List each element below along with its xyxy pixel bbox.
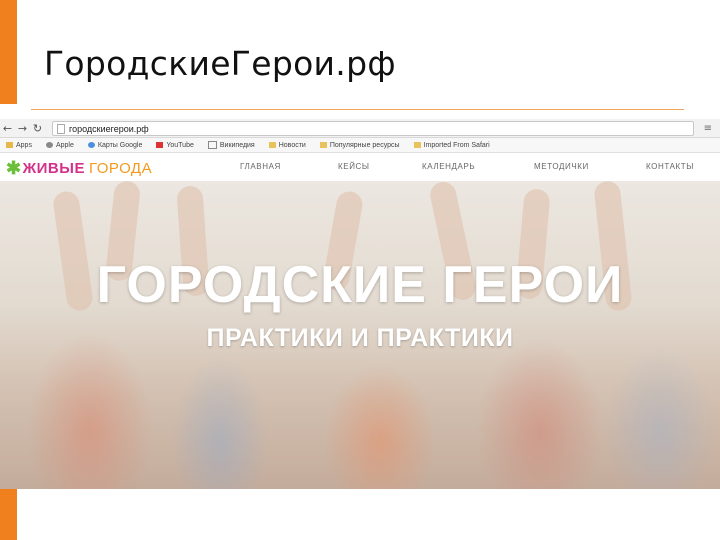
browser-screenshot: ← → ↻ городскиегерои.рф ≡ Apps Apple Кар… <box>0 119 720 489</box>
folder-icon <box>268 142 276 148</box>
site-header: ✱ ЖИВЫЕ ГОРОДА ГЛАВНАЯ КЕЙСЫ КАЛЕНДАРЬ М… <box>0 153 720 181</box>
url-text: городскиегерои.рф <box>69 123 149 134</box>
accent-bar-bottom <box>0 488 17 540</box>
url-field[interactable]: городскиегерои.рф <box>52 121 694 136</box>
accent-bar-top <box>0 0 17 104</box>
site-nav-menu: ГЛАВНАЯ КЕЙСЫ КАЛЕНДАРЬ МЕТОДИЧКИ КОНТАК… <box>0 153 720 181</box>
bookmark-label: Apps <box>16 141 32 149</box>
nav-item-cases[interactable]: КЕЙСЫ <box>338 162 370 171</box>
bookmark-label: Новости <box>278 141 306 149</box>
maps-icon <box>87 142 95 148</box>
bookmark-label: Карты Google <box>97 141 143 149</box>
bookmark-wikipedia[interactable]: Википедия <box>207 141 255 149</box>
bookmark-apps[interactable]: Apps <box>6 142 32 149</box>
apps-icon <box>6 142 13 148</box>
bookmark-maps[interactable]: Карты Google <box>87 141 143 149</box>
bookmark-popular[interactable]: Популярные ресурсы <box>319 141 400 149</box>
nav-item-main[interactable]: ГЛАВНАЯ <box>240 162 281 171</box>
hero-subtitle: ПРАКТИКИ И ПРАКТИКИ <box>206 324 514 352</box>
bookmark-label: Apple <box>55 141 74 149</box>
folder-icon <box>319 142 327 148</box>
bookmark-label: YouTube <box>166 141 194 149</box>
nav-item-guides[interactable]: МЕТОДИЧКИ <box>534 162 589 171</box>
hero-title: ГОРОДСКИЕ ГЕРОИ <box>96 256 624 314</box>
hero-banner: ГОРОДСКИЕ ГЕРОИ ПРАКТИКИ И ПРАКТИКИ <box>0 181 720 489</box>
bookmark-news[interactable]: Новости <box>268 141 306 149</box>
bookmark-safari[interactable]: Imported From Safari <box>413 141 490 149</box>
nav-item-calendar[interactable]: КАЛЕНДАРЬ <box>422 162 475 171</box>
wikipedia-icon <box>207 141 217 149</box>
bookmarks-bar: Apps Apple Карты Google YouTube Википеди… <box>0 138 720 153</box>
reload-icon[interactable]: ↻ <box>30 121 45 136</box>
back-icon[interactable]: ← <box>0 121 15 136</box>
apple-icon <box>45 142 53 148</box>
forward-icon[interactable]: → <box>15 121 30 136</box>
bookmark-label: Imported From Safari <box>423 141 490 149</box>
title-divider <box>31 109 684 110</box>
browser-menu-icon[interactable]: ≡ <box>704 123 712 134</box>
folder-icon <box>413 142 421 148</box>
nav-item-contacts[interactable]: КОНТАКТЫ <box>646 162 694 171</box>
bookmark-label: Популярные ресурсы <box>329 141 400 149</box>
bookmark-youtube[interactable]: YouTube <box>156 142 194 149</box>
slide-title: ГородскиеГерои.рф <box>44 44 396 83</box>
bookmark-label: Википедия <box>219 141 255 149</box>
youtube-icon <box>156 142 164 148</box>
page-icon <box>57 123 65 134</box>
address-bar-row: ← → ↻ городскиегерои.рф ≡ <box>0 119 720 138</box>
bookmark-apple[interactable]: Apple <box>45 141 74 149</box>
